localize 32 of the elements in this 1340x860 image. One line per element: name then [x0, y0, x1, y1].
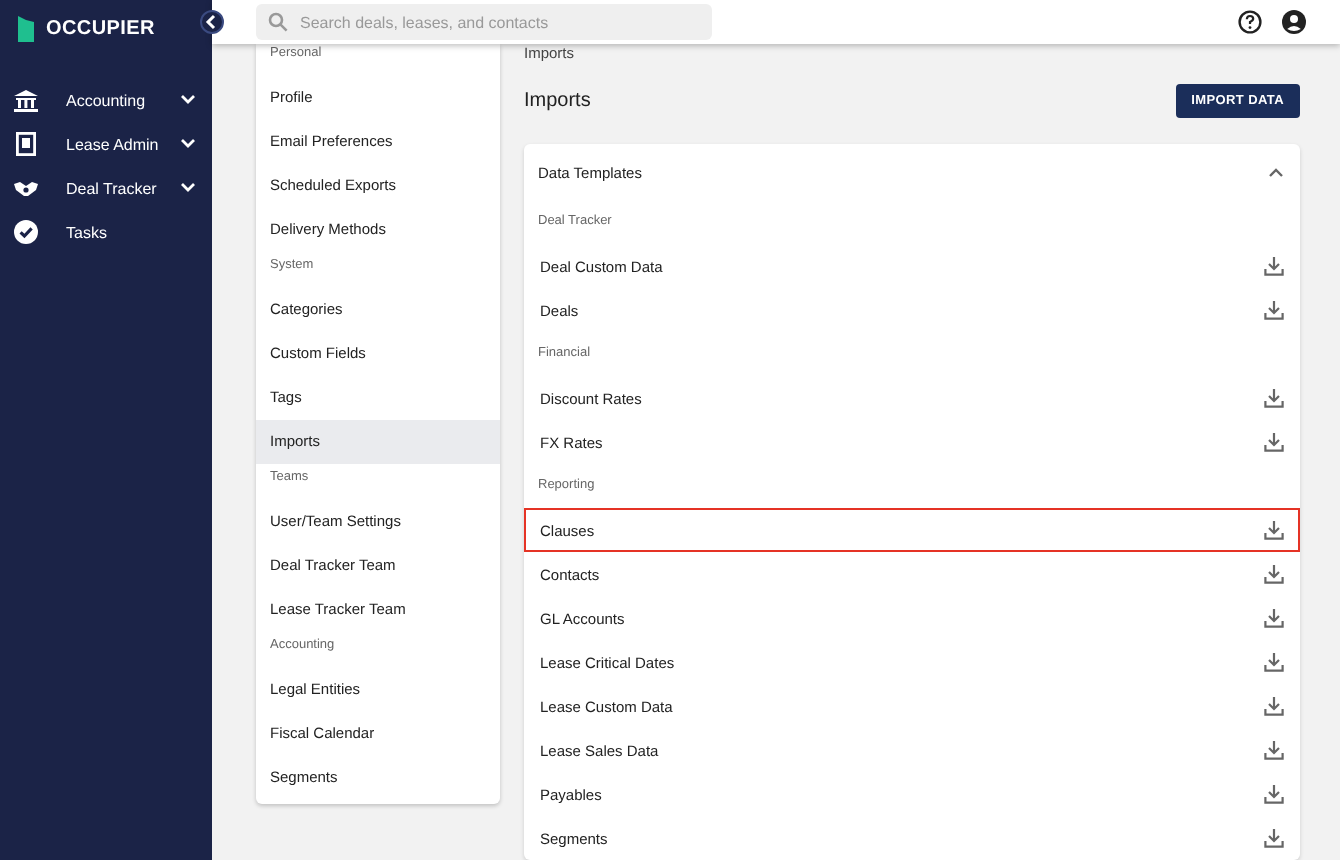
help-icon[interactable] [1238, 10, 1262, 34]
page-title: Imports [524, 90, 591, 112]
handshake-icon [14, 179, 38, 197]
download-icon[interactable] [1264, 696, 1284, 716]
bank-icon [14, 89, 38, 111]
download-icon[interactable] [1264, 256, 1284, 276]
download-icon[interactable] [1264, 652, 1284, 672]
download-icon[interactable] [1264, 520, 1284, 540]
chevron-down-icon [180, 94, 196, 106]
account-icon[interactable] [1282, 10, 1306, 34]
collapse-button[interactable] [200, 10, 224, 34]
logo-icon [18, 15, 34, 41]
search-field[interactable]: Search deals, leases, and contacts [256, 4, 712, 40]
chevron-up-icon [1268, 166, 1284, 178]
download-icon[interactable] [1264, 300, 1284, 320]
chevron-left-icon [204, 14, 220, 30]
download-icon[interactable] [1264, 564, 1284, 584]
document-icon [14, 132, 38, 156]
nav-item[interactable]: Deal Tracker [0, 166, 212, 210]
download-icon[interactable] [1264, 388, 1284, 408]
chevron-down-icon [180, 138, 196, 150]
download-icon[interactable] [1264, 828, 1284, 848]
download-icon[interactable] [1264, 608, 1284, 628]
nav-item[interactable]: Lease Admin [0, 122, 212, 166]
logo-text: OCCUPIER [46, 17, 155, 39]
download-icon[interactable] [1264, 740, 1284, 760]
nav-item[interactable]: Accounting [0, 78, 212, 122]
download-icon[interactable] [1264, 432, 1284, 452]
chevron-down-icon [180, 182, 196, 194]
nav-item[interactable]: Tasks [0, 210, 212, 254]
download-icon[interactable] [1264, 784, 1284, 804]
check-circle-icon [14, 220, 38, 244]
